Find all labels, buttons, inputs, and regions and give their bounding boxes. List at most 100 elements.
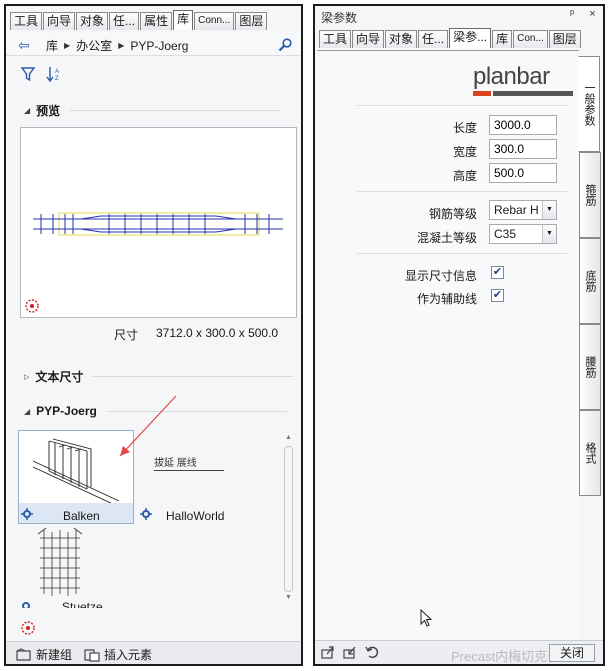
undo-icon[interactable] xyxy=(365,645,379,659)
title-controls[interactable]: ᵖ × xyxy=(570,8,602,20)
vtab-general[interactable]: 一般参数 xyxy=(578,56,600,152)
library-item-stuetze[interactable]: Stuetze xyxy=(18,526,134,608)
left-tab-bar: 工具 向导 对象 任... 属性 库 Conn... 图层 xyxy=(10,10,268,30)
beam-parameters-panel: 梁参数 ᵖ × 工具 向导 对象 任... 梁参... 库 Con... 图层 … xyxy=(313,4,605,666)
breadcrumb-separator-icon: ▶ xyxy=(64,41,71,50)
item-preview-text: 拔延 展线 xyxy=(154,458,197,469)
gear-icon xyxy=(22,602,30,608)
show-dimension-label: 显示尺寸信息 xyxy=(404,269,477,283)
height-input[interactable] xyxy=(489,163,557,183)
concrete-grade-select[interactable]: C35 ▼ xyxy=(489,224,557,244)
folder-add-icon xyxy=(16,647,31,661)
divider xyxy=(357,253,567,254)
preview-canvas xyxy=(20,127,297,318)
import-icon[interactable] xyxy=(343,645,357,659)
tab-layers[interactable]: 图层 xyxy=(235,12,268,30)
tab-tasks[interactable]: 任... xyxy=(109,12,140,30)
section-divider xyxy=(93,376,294,377)
expand-triangle-icon: ▷ xyxy=(24,373,30,381)
column-3d-thumbnail xyxy=(37,527,83,596)
vtab-label: 一般参数 xyxy=(583,82,595,126)
tab-objects[interactable]: 对象 xyxy=(385,30,418,48)
item-preview-line xyxy=(154,470,224,471)
tab-connect[interactable]: Con... xyxy=(513,30,548,48)
watermark-text: Precast内梅切克 xyxy=(451,649,548,664)
export-icon[interactable] xyxy=(321,645,335,659)
close-button[interactable]: 关闭 xyxy=(549,644,595,662)
library-item-halloworld[interactable]: 拔延 展线 HalloWorld xyxy=(138,430,278,524)
items-scrollbar[interactable]: ▲ ▼ xyxy=(283,434,295,604)
library-bottom-toolbar: 新建组 插入元素 xyxy=(6,641,301,664)
width-input[interactable] xyxy=(489,139,557,159)
axis-gizmo-icon[interactable] xyxy=(25,299,39,313)
breadcrumb-separator-icon: ▶ xyxy=(118,41,125,50)
breadcrumb-item-library[interactable]: 库 xyxy=(46,37,58,54)
item-label: HalloWorld xyxy=(166,509,225,523)
tab-tools[interactable]: 工具 xyxy=(319,30,352,48)
scroll-up-icon[interactable]: ▲ xyxy=(285,434,292,441)
svg-text:Z: Z xyxy=(55,76,59,82)
scroll-thumb[interactable] xyxy=(284,446,293,592)
concrete-grade-label: 混凝土等级 xyxy=(416,231,477,245)
length-input[interactable] xyxy=(489,115,557,135)
vtab-waist-bar[interactable]: 腰筋 xyxy=(579,324,601,410)
tab-properties[interactable]: 属性 xyxy=(140,12,173,30)
gear-icon xyxy=(140,508,152,520)
auxiliary-line-label: 作为辅助线 xyxy=(416,292,477,306)
insert-icon xyxy=(84,648,100,662)
new-group-button[interactable]: 新建组 xyxy=(16,646,72,663)
rebar-grade-label: 钢筋等级 xyxy=(428,207,477,221)
breadcrumb-item-office[interactable]: 办公室 xyxy=(76,37,112,54)
chevron-down-icon[interactable]: ▼ xyxy=(542,225,556,243)
vtab-stirrup[interactable]: 箍筋 xyxy=(579,152,601,238)
tab-library[interactable]: 库 xyxy=(173,10,194,30)
vtab-label: 箍筋 xyxy=(584,184,596,206)
vtab-label: 底筋 xyxy=(584,270,596,292)
library-panel: 工具 向导 对象 任... 属性 库 Conn... 图层 ⇦ 库 ▶ 办公室 … xyxy=(4,4,303,666)
dimension-label: 尺寸 xyxy=(114,328,139,342)
breadcrumb-item-folder[interactable]: PYP-Joerg xyxy=(130,39,188,53)
auxiliary-line-checkbox[interactable]: ✔ xyxy=(491,289,504,302)
rebar-grade-value: Rebar H xyxy=(494,203,539,217)
tab-tasks[interactable]: 任... xyxy=(418,30,449,48)
section-divider xyxy=(70,110,281,111)
text-dimension-section-header[interactable]: ▷ 文本尺寸 xyxy=(24,368,294,385)
rebar-grade-select[interactable]: Rebar H ▼ xyxy=(489,200,557,220)
axis-gizmo-icon[interactable] xyxy=(20,620,36,636)
vtab-bottom-bar[interactable]: 底筋 xyxy=(579,238,601,324)
back-arrow-icon[interactable]: ⇦ xyxy=(18,37,30,54)
width-label: 宽度 xyxy=(452,145,477,159)
logo-text: planbar xyxy=(473,63,550,90)
collapse-triangle-icon: ◢ xyxy=(24,106,31,115)
search-icon[interactable] xyxy=(278,38,292,52)
right-tab-bar: 工具 向导 对象 任... 梁参... 库 Con... 图层 xyxy=(319,28,582,50)
preview-section-header[interactable]: ◢ 预览 xyxy=(24,102,281,119)
mouse-cursor-icon xyxy=(420,609,432,627)
vtab-label: 腰筋 xyxy=(584,356,596,378)
new-group-label: 新建组 xyxy=(36,648,73,662)
collapse-triangle-icon: ◢ xyxy=(24,406,31,416)
dimension-row: 尺寸 3712.0 x 300.0 x 500.0 xyxy=(6,324,301,342)
tab-library[interactable]: 库 xyxy=(492,30,513,48)
sort-icon[interactable]: A Z xyxy=(46,66,62,82)
filter-icon[interactable] xyxy=(20,66,36,82)
section-title: 预览 xyxy=(36,104,61,118)
section-title: 文本尺寸 xyxy=(35,370,84,384)
filter-toolbar: A Z xyxy=(6,62,301,84)
vtab-format[interactable]: 格式 xyxy=(579,410,601,496)
parameters-content: planbar 长度 宽度 高度 钢筋等级 Rebar H ▼ 混凝土等级 C3… xyxy=(317,50,579,640)
tab-connect[interactable]: Conn... xyxy=(194,12,235,30)
chevron-down-icon[interactable]: ▼ xyxy=(542,201,556,219)
scroll-down-icon[interactable]: ▼ xyxy=(285,594,292,601)
tab-beam-params[interactable]: 梁参... xyxy=(449,28,492,48)
insert-element-button[interactable]: 插入元素 xyxy=(84,646,152,663)
height-label: 高度 xyxy=(452,169,477,183)
dimension-value: 3712.0 x 300.0 x 500.0 xyxy=(156,326,279,340)
tab-tools[interactable]: 工具 xyxy=(10,12,43,30)
item-label: Stuetze xyxy=(62,600,103,608)
tab-layers[interactable]: 图层 xyxy=(548,30,581,48)
tab-objects[interactable]: 对象 xyxy=(76,12,109,30)
show-dimension-checkbox[interactable]: ✔ xyxy=(491,266,504,279)
tab-wizard[interactable]: 向导 xyxy=(43,12,76,30)
tab-wizard[interactable]: 向导 xyxy=(352,30,385,48)
